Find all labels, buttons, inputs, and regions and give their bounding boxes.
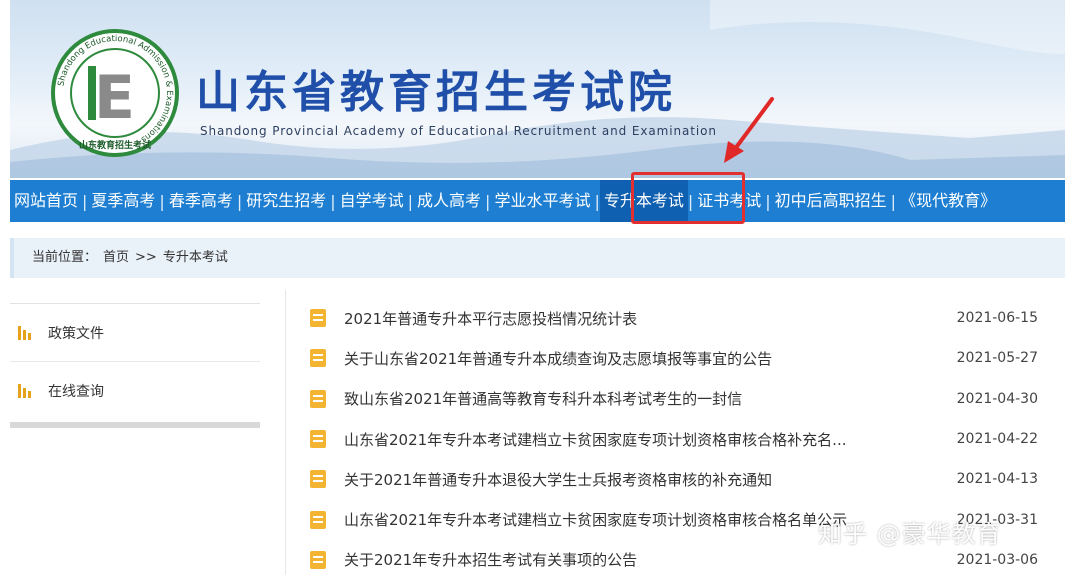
news-title-link[interactable]: 山东省2021年专升本考试建档立卡贫困家庭专项计划资格审核合格补充名... xyxy=(344,429,924,450)
news-date: 2021-05-27 xyxy=(956,350,1038,367)
nav-separator: | xyxy=(159,191,165,211)
news-title-link[interactable]: 关于2021年普通专升本退役大学生士兵报考资格审核的补充通知 xyxy=(344,469,924,490)
sidebar-item-policy[interactable]: 政策文件 xyxy=(10,304,260,362)
main-nav: 网站首页 | 夏季高考 | 春季高考 | 研究生招考 | 自学考试 | 成人高考 | 学业水平考试 | 专升… xyxy=(10,180,1065,222)
nav-separator: | xyxy=(594,191,600,211)
news-row[interactable]: 关于2021年普通专升本退役大学生士兵报考资格审核的补充通知 2021-04-13 xyxy=(310,459,1050,499)
breadcrumb-current: 专升本考试 xyxy=(162,250,228,265)
nav-item-0[interactable]: 网站首页 xyxy=(10,180,82,222)
sidebar: 政策文件 在线查询 xyxy=(10,303,260,428)
news-row[interactable]: 致山东省2021年普通高等教育专科升本科考试考生的一封信 2021-04-30 xyxy=(310,379,1050,419)
nav-item-5[interactable]: 成人高考 xyxy=(413,180,485,222)
logo-bottom-text: 山东教育招生考试 xyxy=(79,139,151,151)
nav-separator: | xyxy=(82,191,88,211)
news-row[interactable]: 山东省2021年专升本考试建档立卡贫困家庭专项计划资格审核合格补充名... 202… xyxy=(310,419,1050,459)
bars-icon xyxy=(18,383,34,398)
breadcrumb-separator: >> xyxy=(135,250,157,265)
nav-item-9[interactable]: 初中后高职招生 xyxy=(771,180,891,222)
annotation-highlight-box xyxy=(631,172,745,224)
news-title-link[interactable]: 2021年普通专升本平行志愿投档情况统计表 xyxy=(344,308,924,329)
site-title: 山东省教育招生考试院 xyxy=(196,67,676,118)
document-icon xyxy=(310,430,326,449)
news-title-link[interactable]: 关于山东省2021年普通专升本成绩查询及志愿填报等事宜的公告 xyxy=(344,348,924,369)
bars-icon xyxy=(18,325,34,340)
news-row[interactable]: 2021年普通专升本平行志愿投档情况统计表 2021-06-15 xyxy=(310,298,1050,338)
nav-item-1[interactable]: 夏季高考 xyxy=(87,180,159,222)
nav-separator: | xyxy=(890,191,897,211)
document-icon xyxy=(310,550,326,569)
sidebar-item-label: 政策文件 xyxy=(48,325,104,342)
document-icon xyxy=(310,510,326,529)
nav-item-3[interactable]: 研究生招考 xyxy=(242,180,330,222)
nav-item-6[interactable]: 学业水平考试 xyxy=(490,180,594,222)
column-divider xyxy=(285,290,286,575)
document-icon xyxy=(310,309,326,328)
document-icon xyxy=(310,470,326,489)
header-banner: Shandong Educational Admission & Examina… xyxy=(10,0,1065,178)
nav-separator: | xyxy=(485,191,491,211)
nav-item-4[interactable]: 自学考试 xyxy=(336,180,408,222)
logo-letter: E xyxy=(94,63,135,133)
news-row[interactable]: 关于山东省2021年普通专升本成绩查询及志愿填报等事宜的公告 2021-05-27 xyxy=(310,338,1050,378)
news-date: 2021-04-13 xyxy=(956,471,1038,488)
nav-item-10[interactable]: 《现代教育》 xyxy=(896,180,1000,222)
news-date: 2021-03-06 xyxy=(956,551,1038,568)
news-date: 2021-04-30 xyxy=(956,390,1038,407)
annotation-arrow-icon xyxy=(724,97,774,163)
news-title-link[interactable]: 关于2021年专升本招生考试有关事项的公告 xyxy=(344,549,924,570)
nav-separator: | xyxy=(330,191,336,211)
sidebar-item-online-query[interactable]: 在线查询 xyxy=(10,362,260,419)
site-subtitle: Shandong Provincial Academy of Education… xyxy=(200,124,717,138)
nav-item-2[interactable]: 春季高考 xyxy=(165,180,237,222)
breadcrumb: 当前位置： 首页 >> 专升本考试 xyxy=(10,238,1065,278)
breadcrumb-home-link[interactable]: 首页 xyxy=(103,250,129,265)
nav-separator: | xyxy=(407,191,414,211)
document-icon xyxy=(310,349,326,368)
nav-separator: | xyxy=(236,191,243,211)
watermark: 知乎 @豪华教育 xyxy=(818,520,1002,548)
news-title-link[interactable]: 致山东省2021年普通高等教育专科升本科考试考生的一封信 xyxy=(344,388,924,409)
news-date: 2021-04-22 xyxy=(956,431,1038,448)
academy-logo: Shandong Educational Admission & Examina… xyxy=(51,29,179,157)
nav-separator: | xyxy=(765,191,771,211)
news-date: 2021-06-15 xyxy=(956,310,1038,327)
breadcrumb-prefix: 当前位置： xyxy=(32,250,98,265)
document-icon xyxy=(310,389,326,408)
sidebar-item-label: 在线查询 xyxy=(48,383,104,400)
